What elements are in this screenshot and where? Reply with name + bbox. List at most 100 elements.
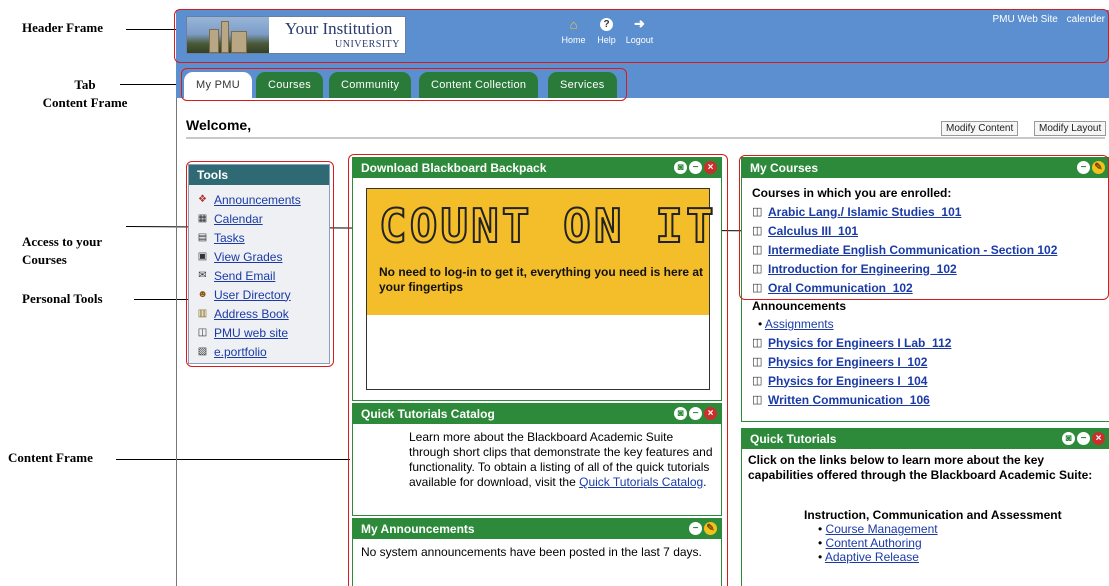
tasks-icon: ▤ bbox=[197, 232, 208, 243]
portfolio-icon: ▧ bbox=[197, 346, 208, 357]
tool-user-directory[interactable]: ☻ User Directory bbox=[189, 285, 329, 304]
institution-name: Your Institution bbox=[285, 19, 393, 38]
annotation-line bbox=[116, 459, 350, 460]
course-item[interactable]: ◫ Arabic Lang./ Islamic Studies_101 bbox=[752, 202, 1103, 221]
help-label: Help bbox=[597, 35, 616, 45]
catalog-end: . bbox=[703, 475, 707, 489]
minimize-icon[interactable]: − bbox=[1077, 161, 1090, 174]
course-link[interactable]: Physics for Engineers I Lab_112 bbox=[768, 336, 951, 350]
popup-icon[interactable]: ◙ bbox=[674, 161, 687, 174]
tool-label[interactable]: Tasks bbox=[214, 231, 245, 245]
course-item[interactable]: ◫ Oral Communication_102 bbox=[752, 278, 1103, 297]
tab-services[interactable]: Services bbox=[548, 72, 617, 98]
edit-icon[interactable]: ✎ bbox=[1092, 161, 1105, 174]
course-link[interactable]: Calculus III_101 bbox=[768, 224, 858, 238]
home-button[interactable]: ⌂ Home bbox=[560, 16, 587, 46]
annotation-line bbox=[126, 29, 176, 30]
course-item[interactable]: ◫ Intermediate English Communication - Se… bbox=[752, 240, 1103, 259]
tab-courses[interactable]: Courses bbox=[256, 72, 324, 98]
tool-calendar[interactable]: ▦ Calendar bbox=[189, 209, 329, 228]
popup-icon[interactable]: ◙ bbox=[674, 407, 687, 420]
tool-announcements[interactable]: ❖ Announcements bbox=[189, 190, 329, 209]
tool-label[interactable]: PMU web site bbox=[214, 326, 288, 340]
tool-label[interactable]: View Grades bbox=[214, 250, 282, 264]
book-icon: ◫ bbox=[752, 206, 763, 218]
tab-community[interactable]: Community bbox=[329, 72, 412, 98]
backpack-promo[interactable]: COUNT ON IT No need to log-in to get it,… bbox=[366, 188, 715, 390]
campus-image bbox=[187, 17, 269, 53]
minimize-icon[interactable]: − bbox=[1077, 432, 1090, 445]
course-link[interactable]: Intermediate English Communication - Sec… bbox=[768, 243, 1057, 257]
tutorial-link[interactable]: Adaptive Release bbox=[825, 550, 919, 564]
book-icon: ◫ bbox=[752, 337, 763, 349]
promo-title: COUNT ON IT bbox=[378, 198, 717, 254]
book-icon: ◫ bbox=[197, 327, 208, 338]
tool-label[interactable]: e.portfolio bbox=[214, 345, 267, 359]
minimize-icon[interactable]: − bbox=[689, 522, 702, 535]
course-link[interactable]: Physics for Engineers I_102 bbox=[768, 355, 927, 369]
tool-view-grades[interactable]: ▣ View Grades bbox=[189, 247, 329, 266]
tool-label[interactable]: Announcements bbox=[214, 193, 301, 207]
course-item[interactable]: ◫ Calculus III_101 bbox=[752, 221, 1103, 240]
promo-text: No need to log-in to get it, everything … bbox=[379, 265, 704, 294]
minimize-icon[interactable]: − bbox=[689, 407, 702, 420]
annotation-personal-tools: Personal Tools bbox=[22, 291, 103, 306]
course-link[interactable]: Introduction for Engineering_102 bbox=[768, 262, 957, 276]
tutorial-item[interactable]: • Course Management bbox=[818, 522, 1103, 536]
module-header: Download Blackboard Backpack ◙ − × bbox=[353, 158, 721, 178]
popup-icon[interactable]: ◙ bbox=[1062, 432, 1075, 445]
book-icon: ◫ bbox=[752, 356, 763, 368]
tool-address-book[interactable]: ▥ Address Book bbox=[189, 304, 329, 323]
pmu-web-site-link[interactable]: PMU Web Site bbox=[992, 14, 1057, 25]
announcement-item[interactable]: • Assignments bbox=[752, 315, 1103, 333]
module-title: Download Blackboard Backpack bbox=[361, 161, 547, 175]
my-announcements-module: My Announcements − ✎ No system announcem… bbox=[352, 518, 722, 586]
course-link[interactable]: Written Communication_106 bbox=[768, 393, 930, 407]
course-item[interactable]: ◫ Physics for Engineers I_104 bbox=[752, 371, 1103, 390]
tool-label[interactable]: User Directory bbox=[214, 288, 291, 302]
close-icon[interactable]: × bbox=[704, 407, 717, 420]
tutorial-link[interactable]: Content Authoring bbox=[826, 536, 922, 550]
announcements-icon: ❖ bbox=[198, 194, 207, 205]
tool-label[interactable]: Send Email bbox=[214, 269, 275, 283]
edit-icon[interactable]: ✎ bbox=[704, 522, 717, 535]
institution-logo[interactable]: Your Institution UNIVERSITY bbox=[186, 16, 406, 54]
tool-eportfolio[interactable]: ▧ e.portfolio bbox=[189, 342, 329, 361]
course-link[interactable]: Oral Communication_102 bbox=[768, 281, 913, 295]
course-item[interactable]: ◫ Physics for Engineers I Lab_112 bbox=[752, 333, 1103, 352]
assignments-link[interactable]: Assignments bbox=[765, 317, 834, 331]
help-button[interactable]: ? Help bbox=[593, 16, 620, 45]
course-item[interactable]: ◫ Physics for Engineers I_102 bbox=[752, 352, 1103, 371]
tab-content-collection[interactable]: Content Collection bbox=[419, 72, 539, 98]
logout-button[interactable]: ➜ Logout bbox=[626, 16, 654, 45]
grades-icon: ▣ bbox=[197, 251, 208, 262]
quick-tutorials-catalog-link[interactable]: Quick Tutorials Catalog bbox=[579, 475, 703, 489]
close-icon[interactable]: × bbox=[704, 161, 717, 174]
quick-tutorials-section: Instruction, Communication and Assessmen… bbox=[804, 508, 1062, 522]
tool-pmu-web-site[interactable]: ◫ PMU web site bbox=[189, 323, 329, 342]
tools-panel: Tools ❖ Announcements ▦ Calendar ▤ Tasks ▣ V… bbox=[188, 164, 330, 364]
module-header: My Announcements − ✎ bbox=[353, 519, 721, 539]
minimize-icon[interactable]: − bbox=[689, 161, 702, 174]
tool-send-email[interactable]: ✉ Send Email bbox=[189, 266, 329, 285]
tool-label[interactable]: Address Book bbox=[214, 307, 289, 321]
tool-tasks[interactable]: ▤ Tasks bbox=[189, 228, 329, 247]
tutorial-link[interactable]: Course Management bbox=[826, 522, 938, 536]
course-item[interactable]: ◫ Written Communication_106 bbox=[752, 390, 1103, 409]
calendar-icon: ▦ bbox=[197, 213, 208, 224]
tool-label[interactable]: Calendar bbox=[214, 212, 263, 226]
tab-my-pmu[interactable]: My PMU bbox=[184, 72, 252, 98]
course-item[interactable]: ◫ Introduction for Engineering_102 bbox=[752, 259, 1103, 278]
address-book-icon: ▥ bbox=[197, 308, 208, 319]
calendar-link[interactable]: calender bbox=[1067, 14, 1105, 25]
tutorial-item[interactable]: • Content Authoring bbox=[818, 536, 1103, 550]
modify-content-button[interactable]: Modify Content bbox=[941, 121, 1019, 136]
welcome-divider bbox=[186, 137, 1105, 139]
close-icon[interactable]: × bbox=[1092, 432, 1105, 445]
module-title: My Announcements bbox=[361, 522, 475, 536]
book-icon: ◫ bbox=[752, 394, 763, 406]
course-link[interactable]: Physics for Engineers I_104 bbox=[768, 374, 927, 388]
modify-layout-button[interactable]: Modify Layout bbox=[1034, 121, 1107, 136]
course-link[interactable]: Arabic Lang./ Islamic Studies_101 bbox=[768, 205, 961, 219]
tutorial-item[interactable]: • Adaptive Release bbox=[818, 550, 1103, 564]
